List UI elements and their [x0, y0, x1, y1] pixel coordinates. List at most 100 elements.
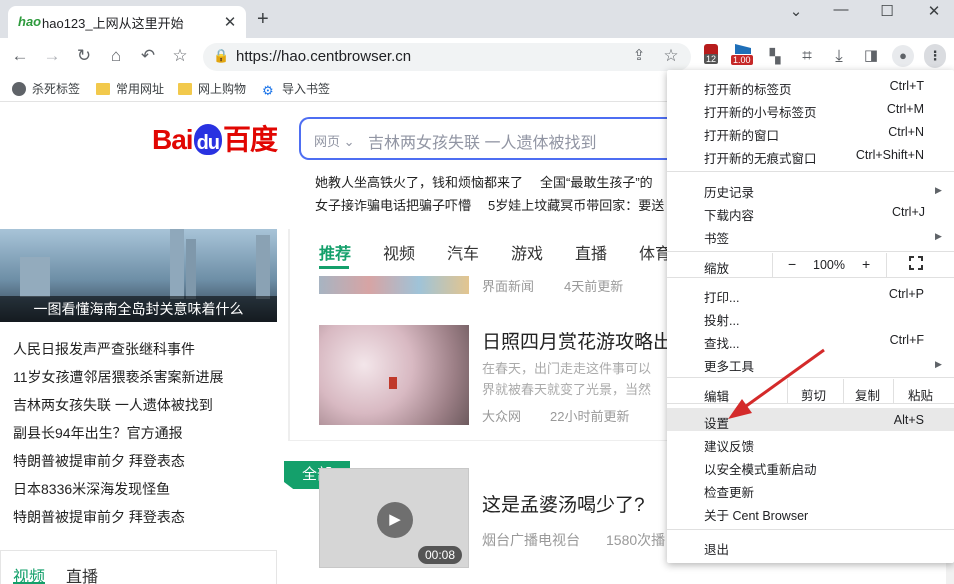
feed-divider	[288, 440, 668, 441]
lock-icon[interactable]: 🔒	[213, 48, 229, 64]
building-shape	[20, 257, 50, 297]
menu-history[interactable]: 历史记录	[704, 182, 754, 201]
menu-bookmarks[interactable]: 书签	[704, 228, 729, 247]
bookmark-page-icon[interactable]: ☆	[660, 45, 682, 67]
browser-tab[interactable]: hao hao123_上网从这里开始 ✕	[8, 6, 246, 38]
hot-link[interactable]: 她教人坐高铁火了，钱和烦恼都来了	[315, 172, 523, 191]
menu-feedback[interactable]: 建议反馈	[704, 436, 754, 455]
bookmark-star-icon[interactable]: ☆	[169, 45, 191, 67]
profile-avatar-icon[interactable]: ●	[892, 45, 914, 67]
maximize-button[interactable]: ☐	[877, 2, 897, 22]
news-link[interactable]: 人民日报发声严查张继科事件	[13, 339, 195, 359]
news-link[interactable]: 日本8336米深海发现怪鱼	[13, 479, 170, 499]
bookmark-common-sites[interactable]: 常用网址	[96, 80, 164, 97]
share-icon[interactable]: ⇪	[628, 45, 650, 67]
back-icon[interactable]: ←	[9, 45, 31, 67]
video-plays: 1580次播	[606, 532, 666, 548]
news-source: 大众网	[482, 409, 522, 424]
building-shape	[256, 235, 270, 299]
news-source: 界面新闻	[482, 279, 535, 294]
feed-tab-games[interactable]: 游戏	[511, 240, 543, 264]
search-type-select[interactable]: 网页 ⌄	[314, 131, 355, 150]
hero-caption[interactable]: 一图看懂海南全岛封关意味着什么	[0, 296, 277, 322]
play-icon[interactable]: ▶	[377, 502, 413, 538]
extension-shield-icon[interactable]: 12	[701, 44, 721, 64]
news-link[interactable]: 特朗普被提审前夕 拜登表态	[13, 507, 185, 527]
bookmark-import[interactable]: ⚙ 导入书签	[262, 80, 331, 98]
news-title[interactable]: 日照四月赏花游攻略出炉	[482, 327, 668, 354]
feed-tab-recommend[interactable]: 推荐	[319, 240, 351, 264]
close-window-button[interactable]: ✕	[924, 2, 944, 22]
news-desc: 界就被春天就变了光景，当然	[482, 382, 652, 397]
news-link[interactable]: 特朗普被提审前夕 拜登表态	[13, 451, 185, 471]
active-tab-indicator	[319, 266, 349, 269]
menu-about[interactable]: 关于 Cent Browser	[704, 505, 808, 524]
shortcut-label: Ctrl+P	[888, 287, 924, 301]
news-link[interactable]: 吉林两女孩失联 一人遗体被找到	[13, 395, 213, 415]
news-thumbnail[interactable]	[319, 276, 469, 294]
url-text[interactable]: https://hao.centbrowser.cn	[236, 48, 411, 65]
menu-exit[interactable]: 退出	[704, 539, 729, 558]
feed-tab-sports[interactable]: 体育	[639, 240, 668, 264]
paste-button[interactable]: 粘贴	[908, 385, 933, 404]
news-time: 4天前更新	[564, 279, 624, 294]
menu-new-window[interactable]: 打开新的窗口	[704, 125, 779, 144]
arrow-shaft	[741, 348, 825, 411]
feed-tab-auto[interactable]: 汽车	[447, 240, 479, 264]
hot-link[interactable]: 全国“最敢生孩子”的	[540, 172, 668, 191]
undo-close-icon[interactable]: ↶	[137, 45, 159, 67]
bookmark-kill-tabs[interactable]: 杀死标签	[12, 80, 80, 97]
video-title[interactable]: 这是孟婆汤喝少了?	[482, 490, 645, 517]
side-panel-icon[interactable]: ◨	[860, 45, 882, 67]
menu-new-alt-tab[interactable]: 打开新的小号标签页	[704, 102, 817, 121]
home-icon[interactable]: ⌂	[105, 45, 127, 67]
baidu-logo[interactable]: Bai du 百度	[152, 118, 278, 158]
menu-check-update[interactable]: 检查更新	[704, 482, 754, 501]
annotation-arrow	[728, 348, 825, 419]
menu-new-tab[interactable]: 打开新的标签页	[704, 79, 792, 98]
video-thumbnail[interactable]: ▶ 00:08	[319, 468, 469, 568]
folder-icon	[178, 82, 192, 95]
menu-downloads[interactable]: 下载内容	[704, 205, 754, 224]
feed-tab-video[interactable]: 视频	[383, 240, 415, 264]
news-link[interactable]: 11岁女孩遭邻居猥亵杀害案新进展	[13, 367, 224, 387]
copy-button[interactable]: 复制	[855, 385, 880, 404]
forward-icon[interactable]: →	[41, 45, 63, 67]
fullscreen-icon[interactable]	[909, 256, 923, 270]
baidu-paw-icon: du	[193, 124, 223, 155]
feed-tab-live[interactable]: 直播	[575, 240, 607, 264]
minimize-button[interactable]: —	[831, 1, 851, 21]
hao123-favicon-icon: hao	[18, 14, 42, 29]
hot-link[interactable]: 女子接诈骗电话把骗子吓懵	[315, 195, 471, 214]
tab-close-icon[interactable]: ✕	[220, 13, 240, 31]
zoom-in-button[interactable]: +	[862, 256, 870, 272]
tab-search-icon[interactable]: ⌄	[786, 2, 806, 22]
news-link[interactable]: 副县长94年出生？官方通报	[13, 423, 183, 443]
news-thumbnail[interactable]	[319, 325, 469, 425]
shortcut-label: Ctrl+T	[889, 79, 924, 93]
extensions-icon[interactable]: ▚	[764, 45, 786, 67]
search-type-label: 网页	[314, 134, 341, 149]
new-tab-button[interactable]: +	[257, 9, 269, 29]
menu-cast[interactable]: 投射...	[704, 310, 739, 329]
hot-link[interactable]: 5岁娃上坟藏冥币带回家：要送	[488, 195, 668, 214]
zoom-out-button[interactable]: −	[788, 256, 796, 272]
baidu-logo-text-cn: 百度	[223, 124, 278, 155]
tab-live[interactable]: 直播	[66, 563, 98, 584]
menu-safe-mode-restart[interactable]: 以安全模式重新启动	[704, 459, 817, 478]
extension-badge-value: 1.00	[731, 55, 753, 65]
reload-icon[interactable]: ↻	[73, 45, 95, 67]
extension-flag-icon[interactable]: 1.00	[731, 44, 757, 66]
bookmark-shopping[interactable]: 网上购物	[178, 80, 246, 97]
menu-separator	[667, 171, 954, 172]
bookmark-label: 杀死标签	[32, 82, 81, 96]
menu-new-incognito[interactable]: 打开新的无痕式窗口	[704, 148, 817, 167]
tab-video[interactable]: 视频	[13, 563, 46, 584]
crop-icon[interactable]: ⌗	[796, 45, 818, 67]
shortcut-label: Alt+S	[893, 413, 924, 427]
download-icon[interactable]: ⤓	[828, 45, 850, 67]
menu-kebab-icon[interactable]: ⋮	[924, 44, 946, 68]
menu-print[interactable]: 打印...	[704, 287, 739, 306]
search-input[interactable]: 吉林两女孩失联 一人遗体被找到	[368, 129, 596, 153]
bookmark-label: 导入书签	[282, 82, 331, 96]
